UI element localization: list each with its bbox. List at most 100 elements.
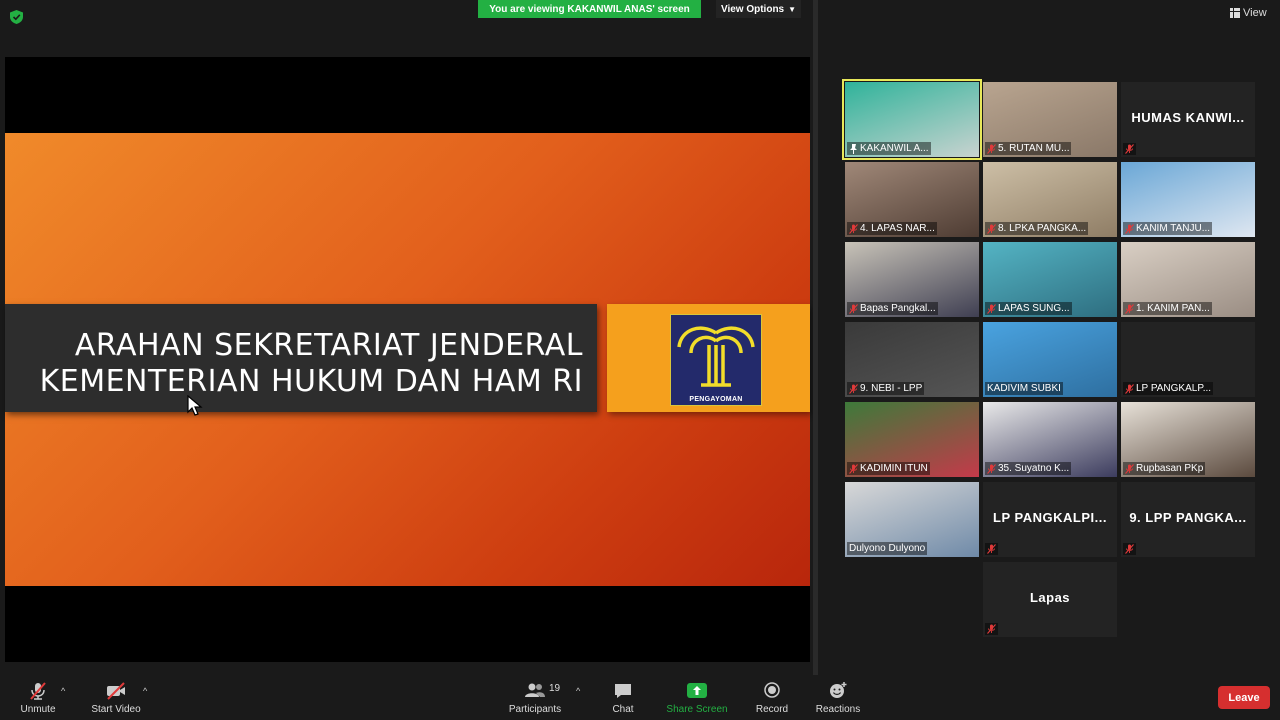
participant-name: Rupbasan PKp — [1136, 463, 1204, 474]
participant-name-tag: 4. LAPAS NAR... — [847, 222, 937, 235]
participant-display-name: LP PANGKALPI... — [993, 510, 1107, 525]
participant-name-tag: KAKANWIL A... — [847, 142, 931, 155]
muted-mic-icon — [1125, 223, 1134, 234]
pengayoman-logo: PENGAYOMAN — [670, 314, 762, 406]
participant-tile[interactable]: 4. LAPAS NAR... — [845, 162, 979, 237]
muted-mic-icon — [30, 681, 46, 700]
unmute-button[interactable]: Unmute — [18, 675, 58, 720]
leave-meeting-button[interactable]: Leave — [1218, 686, 1270, 709]
participant-name-tag — [1123, 543, 1136, 555]
record-button[interactable]: Record — [750, 675, 794, 720]
participant-name-tag: LAPAS SUNG... — [985, 302, 1072, 315]
muted-mic-icon — [1125, 463, 1134, 474]
video-off-icon — [107, 681, 125, 700]
participant-name: KADIVIM SUBKI — [987, 383, 1061, 394]
muted-mic-icon — [1125, 144, 1134, 154]
participant-tile[interactable]: 9. NEBI - LPP — [845, 322, 979, 397]
muted-mic-icon — [1125, 303, 1134, 314]
participant-name: KANIM TANJU... — [1136, 223, 1211, 234]
participant-tile[interactable]: Bapas Pangkal... — [845, 242, 979, 317]
chat-label: Chat — [612, 703, 634, 715]
participant-tile[interactable]: KAKANWIL A... — [842, 79, 982, 160]
shared-screen: ARAHAN SEKRETARIAT JENDERAL KEMENTERIAN … — [5, 57, 810, 662]
participant-tile[interactable]: HUMAS KANWI... — [1121, 82, 1255, 157]
participants-label: Participants — [508, 703, 562, 715]
participant-name-tag — [985, 623, 998, 635]
participants-icon — [525, 683, 545, 697]
muted-mic-icon — [987, 303, 996, 314]
slide-title-line1: ARAHAN SEKRETARIAT JENDERAL — [74, 328, 583, 363]
participant-tile[interactable]: Dulyono Dulyono — [845, 482, 979, 557]
slide-title-band: ARAHAN SEKRETARIAT JENDERAL KEMENTERIAN … — [5, 304, 597, 412]
participant-name: 5. RUTAN MU... — [998, 143, 1070, 154]
video-options-caret-icon[interactable]: ^ — [143, 686, 147, 696]
participant-name: 4. LAPAS NAR... — [860, 223, 935, 234]
muted-mic-icon — [1125, 383, 1134, 394]
participant-name-tag: Rupbasan PKp — [1123, 462, 1206, 475]
participant-tile[interactable]: LP PANGKALP... — [1121, 322, 1255, 397]
pin-icon — [850, 143, 857, 154]
participant-name-tag: 5. RUTAN MU... — [985, 142, 1072, 155]
participant-name-tag: KADIMIN ITUN — [847, 462, 930, 475]
participant-tile[interactable]: 9. LPP PANGKA... — [1121, 482, 1255, 557]
viewing-screen-banner: You are viewing KAKANWIL ANAS' screen — [478, 0, 701, 18]
participant-tile[interactable]: 8. LPKA PANGKA... — [983, 162, 1117, 237]
grid-view-icon — [1230, 8, 1240, 18]
participant-count: 19 — [549, 683, 561, 694]
record-icon — [764, 681, 780, 698]
participant-tile[interactable]: KANIM TANJU... — [1121, 162, 1255, 237]
participant-tile[interactable]: 1. KANIM PAN... — [1121, 242, 1255, 317]
muted-mic-icon — [849, 303, 858, 314]
security-shield-icon[interactable] — [10, 10, 23, 24]
participant-tile[interactable]: LP PANGKALPI... — [983, 482, 1117, 557]
start-video-button[interactable]: Start Video — [88, 675, 144, 720]
participant-tile[interactable]: KADIMIN ITUN — [845, 402, 979, 477]
participant-name-tag: 9. NEBI - LPP — [847, 382, 925, 395]
muted-mic-icon — [987, 143, 996, 154]
unmute-label: Unmute — [20, 703, 56, 715]
slide-logo-band: PENGAYOMAN — [607, 304, 810, 412]
participant-tile[interactable]: 35. Suyatno K... — [983, 402, 1117, 477]
participant-tile[interactable]: Rupbasan PKp — [1121, 402, 1255, 477]
start-video-label: Start Video — [91, 703, 141, 715]
mouse-cursor-icon — [187, 395, 203, 416]
share-screen-icon — [687, 682, 707, 698]
participant-name-tag: KADIVIM SUBKI — [985, 382, 1063, 395]
chat-icon — [615, 683, 631, 698]
participants-caret-icon[interactable]: ^ — [576, 686, 580, 696]
participant-tile[interactable]: Lapas — [983, 562, 1117, 637]
participant-name: LAPAS SUNG... — [998, 303, 1070, 314]
participant-name-tag: 8. LPKA PANGKA... — [985, 222, 1089, 235]
participant-display-name: HUMAS KANWI... — [1131, 110, 1245, 125]
logo-label: PENGAYOMAN — [689, 396, 743, 403]
participant-name-tag: 1. KANIM PAN... — [1123, 302, 1212, 315]
share-screen-button[interactable]: Share Screen — [665, 675, 729, 720]
muted-mic-icon — [987, 544, 996, 554]
reactions-button[interactable]: Reactions — [814, 675, 862, 720]
presentation-slide: ARAHAN SEKRETARIAT JENDERAL KEMENTERIAN … — [5, 133, 810, 586]
participant-tile[interactable]: KADIVIM SUBKI — [983, 322, 1117, 397]
participant-name-tag: Dulyono Dulyono — [847, 542, 928, 555]
participant-name: Dulyono Dulyono — [849, 543, 926, 554]
record-label: Record — [755, 703, 789, 715]
panel-divider[interactable] — [813, 0, 818, 675]
muted-mic-icon — [849, 463, 858, 474]
participant-name-tag — [985, 543, 998, 555]
participant-name: KAKANWIL A... — [860, 143, 929, 154]
participant-name: 9. NEBI - LPP — [860, 383, 923, 394]
participants-button[interactable]: Participants — [505, 675, 565, 720]
muted-mic-icon — [987, 223, 996, 234]
chat-button[interactable]: Chat — [603, 675, 643, 720]
muted-mic-icon — [1125, 544, 1134, 554]
participant-tile[interactable]: 5. RUTAN MU... — [983, 82, 1117, 157]
muted-mic-icon — [987, 624, 996, 634]
muted-mic-icon — [849, 223, 858, 234]
participant-name: 35. Suyatno K... — [998, 463, 1070, 474]
participant-name-tag: LP PANGKALP... — [1123, 382, 1214, 395]
view-options-button[interactable]: View Options ▼ — [716, 0, 801, 18]
gallery-view-button[interactable]: View — [1230, 7, 1267, 19]
participant-name: Bapas Pangkal... — [860, 303, 936, 314]
audio-options-caret-icon[interactable]: ^ — [61, 686, 65, 696]
participant-tile[interactable]: LAPAS SUNG... — [983, 242, 1117, 317]
participant-name-tag — [1123, 143, 1136, 155]
